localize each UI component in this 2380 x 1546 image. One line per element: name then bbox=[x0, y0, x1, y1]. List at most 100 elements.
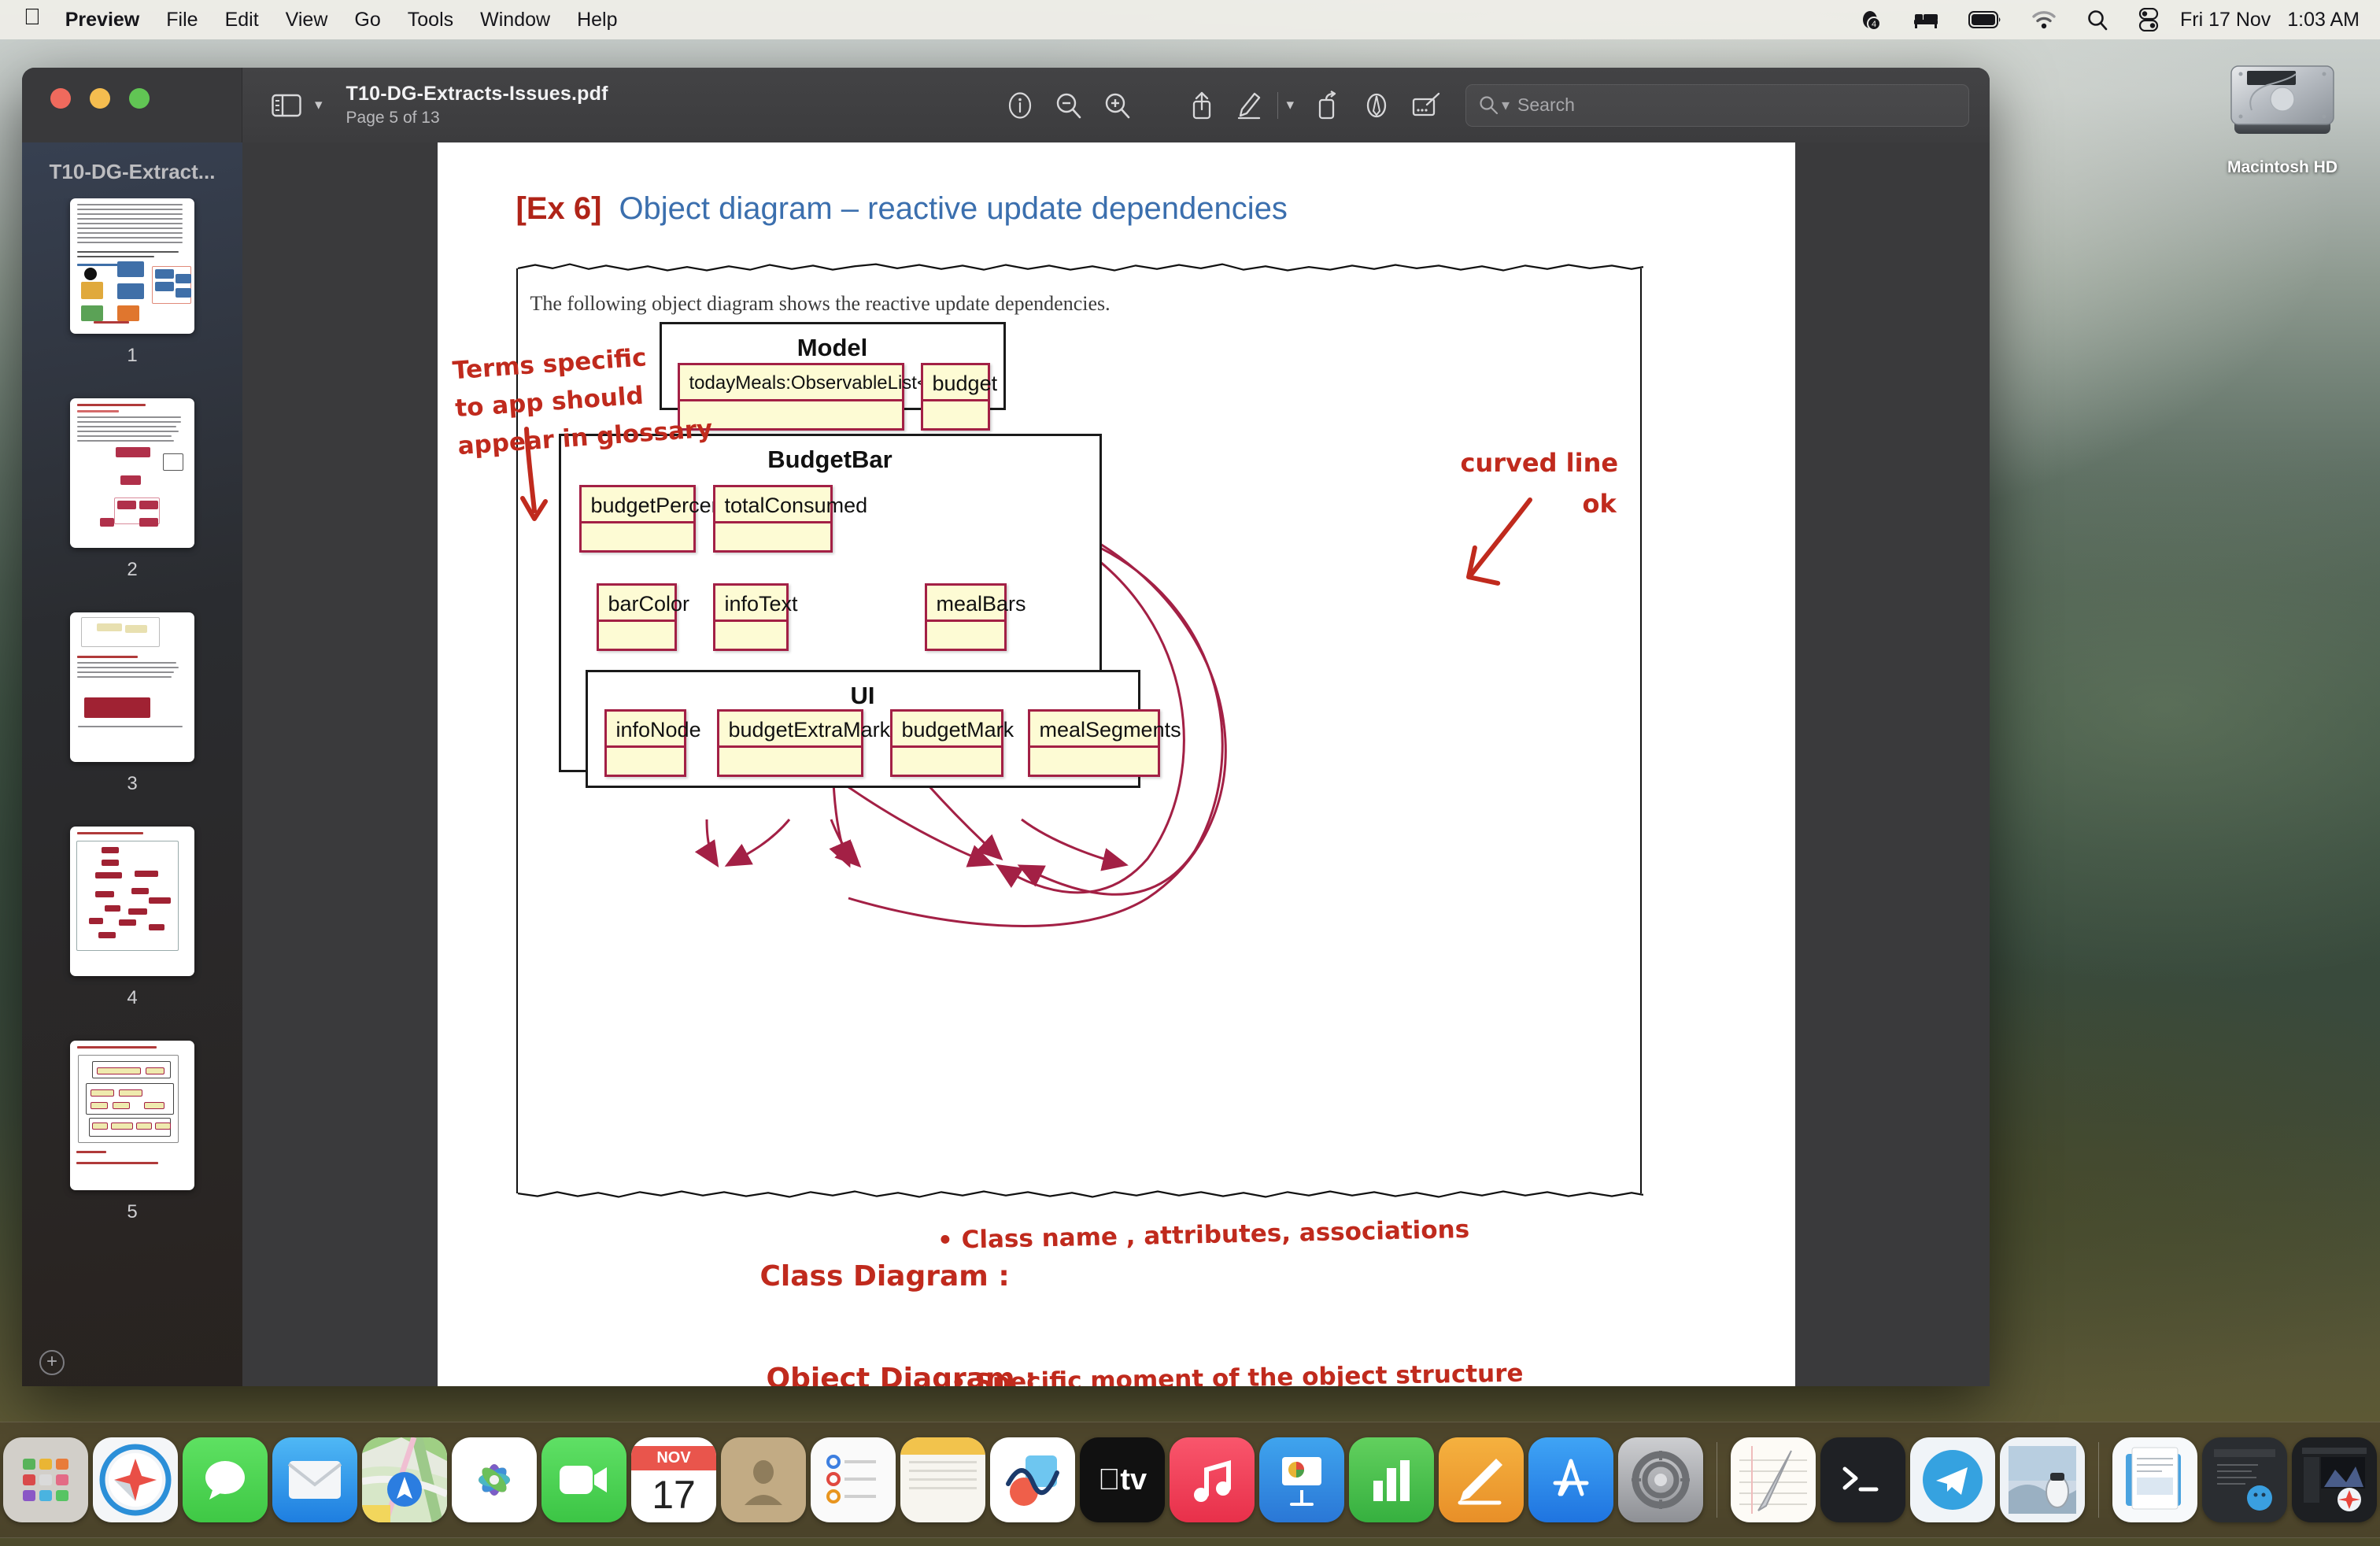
object-infonode[interactable]: infoNode bbox=[604, 709, 686, 777]
annotation-class-diagram-bullet: • Class name , attributes, associations bbox=[937, 1215, 1469, 1255]
slide-title: Object diagram – reactive update depende… bbox=[619, 191, 1287, 227]
menu-item-file[interactable]: File bbox=[153, 10, 211, 30]
menu-bar-clock[interactable]: Fri 17 Nov 1:03 AM bbox=[2174, 9, 2363, 31]
dock-item-launchpad[interactable] bbox=[3, 1437, 88, 1522]
dock-item-maps[interactable] bbox=[362, 1437, 447, 1522]
thumbnail-number: 2 bbox=[127, 559, 137, 581]
notifications-badge-icon[interactable]: 4 bbox=[1845, 8, 1898, 31]
window-traffic-lights bbox=[50, 88, 150, 109]
annotation-curved-line-arrow-icon bbox=[1461, 495, 1547, 590]
thumbnail-number: 5 bbox=[127, 1201, 137, 1223]
dock-item-messages[interactable] bbox=[183, 1437, 268, 1522]
slide-header: [Ex 6] Object diagram – reactive update … bbox=[438, 142, 1795, 227]
add-page-button[interactable]: + bbox=[39, 1350, 65, 1375]
dock-item-mail[interactable] bbox=[272, 1437, 357, 1522]
wifi-icon[interactable] bbox=[2016, 10, 2071, 29]
markup-pen-icon[interactable] bbox=[1225, 83, 1273, 128]
dock-minimized-finder-window[interactable] bbox=[2202, 1437, 2287, 1522]
sleep-bed-icon[interactable] bbox=[1898, 9, 1953, 30]
dock-item-telegram[interactable] bbox=[1910, 1437, 1995, 1522]
object-label: mealBars bbox=[927, 586, 1004, 622]
dock-item-calendar[interactable]: NOV 17 bbox=[631, 1437, 716, 1522]
thumbnail-list[interactable]: 1 bbox=[22, 198, 242, 1339]
sidebar-toggle-icon[interactable] bbox=[261, 83, 312, 128]
calendar-month: NOV bbox=[631, 1446, 716, 1470]
dock-item-pages[interactable] bbox=[1439, 1437, 1524, 1522]
thumbnail-image bbox=[70, 198, 194, 334]
apple-logo-icon[interactable]:  bbox=[17, 5, 52, 35]
menu-item-window[interactable]: Window bbox=[467, 10, 564, 30]
dock-item-notes[interactable] bbox=[900, 1437, 985, 1522]
spotlight-search-icon[interactable] bbox=[2071, 9, 2123, 31]
dock-item-notability[interactable] bbox=[1731, 1437, 1816, 1522]
dock-item-numbers[interactable] bbox=[1349, 1437, 1434, 1522]
annotate-icon[interactable] bbox=[1352, 83, 1401, 128]
window-titlebar: ▾ T10-DG-Extracts-Issues.pdf Page 5 of 1… bbox=[22, 68, 1990, 142]
zoom-button[interactable] bbox=[129, 88, 150, 109]
share-icon[interactable] bbox=[1178, 83, 1225, 128]
sign-icon[interactable] bbox=[1401, 83, 1453, 128]
dock-item-settings[interactable] bbox=[1618, 1437, 1703, 1522]
search-input[interactable]: ▾ Search bbox=[1465, 84, 1969, 127]
thumbnail-page-2[interactable]: 2 bbox=[22, 398, 242, 581]
dock-item-appstore[interactable] bbox=[1528, 1437, 1613, 1522]
dock-item-freeform[interactable] bbox=[990, 1437, 1075, 1522]
document-viewer[interactable]: [Ex 6] Object diagram – reactive update … bbox=[242, 142, 1990, 1386]
control-center-icon[interactable] bbox=[2123, 8, 2174, 31]
object-budgetmark[interactable]: budgetMark bbox=[890, 709, 1003, 777]
object-totalconsumed[interactable]: totalConsumed bbox=[713, 485, 833, 553]
dock-item-appletv[interactable]: tv bbox=[1080, 1437, 1165, 1522]
menu-item-help[interactable]: Help bbox=[564, 10, 630, 30]
dock-item-terminal[interactable] bbox=[1820, 1437, 1905, 1522]
dock-item-facetime[interactable] bbox=[541, 1437, 626, 1522]
thumbnail-sidebar: T10-DG-Extract... bbox=[22, 142, 242, 1386]
desktop-icon-macintosh-hd[interactable]: Macintosh HD bbox=[2204, 61, 2361, 177]
menu-item-view[interactable]: View bbox=[272, 10, 342, 30]
info-icon[interactable] bbox=[996, 83, 1044, 128]
annotation-curved-line-ok-note: ok bbox=[1583, 489, 1617, 519]
rotate-icon[interactable] bbox=[1305, 83, 1352, 128]
dock-minimized-safari-window[interactable] bbox=[2292, 1437, 2377, 1522]
search-placeholder: Search bbox=[1517, 94, 1575, 116]
zoom-in-icon[interactable] bbox=[1093, 83, 1142, 128]
object-label: barColor bbox=[599, 586, 674, 622]
dock-item-photos[interactable] bbox=[452, 1437, 537, 1522]
calendar-day: 17 bbox=[652, 1470, 696, 1515]
menu-item-edit[interactable]: Edit bbox=[212, 10, 272, 30]
object-budget[interactable]: budget bbox=[921, 363, 990, 431]
dock-item-safari[interactable] bbox=[93, 1437, 178, 1522]
close-button[interactable] bbox=[50, 88, 71, 109]
object-mealsegments[interactable]: mealSegments bbox=[1028, 709, 1160, 777]
object-mealbars[interactable]: mealBars bbox=[925, 583, 1007, 651]
menu-item-preview[interactable]: Preview bbox=[52, 10, 153, 30]
menu-item-go[interactable]: Go bbox=[341, 10, 394, 30]
preview-window: ▾ T10-DG-Extracts-Issues.pdf Page 5 of 1… bbox=[22, 68, 1990, 1386]
thumbnail-page-5[interactable]: 5 bbox=[22, 1041, 242, 1223]
minimize-button[interactable] bbox=[90, 88, 110, 109]
battery-icon[interactable] bbox=[1953, 10, 2016, 29]
dock-item-preview[interactable] bbox=[2000, 1437, 2085, 1522]
object-infotext[interactable]: infoText bbox=[713, 583, 789, 651]
dock-item-reminders[interactable] bbox=[811, 1437, 896, 1522]
object-label: budget bbox=[923, 365, 988, 401]
titlebar-sidebar-zone bbox=[22, 68, 242, 142]
zoom-out-icon[interactable] bbox=[1044, 83, 1093, 128]
window-toolbar: ▾ T10-DG-Extracts-Issues.pdf Page 5 of 1… bbox=[242, 68, 1990, 142]
dock-minimized-document[interactable] bbox=[2112, 1437, 2197, 1522]
object-budgetextramark[interactable]: budgetExtraMark bbox=[717, 709, 863, 777]
document-meta: T10-DG-Extracts-Issues.pdf Page 5 of 13 bbox=[346, 83, 608, 128]
object-label: totalConsumed bbox=[715, 487, 830, 523]
thumbnail-page-1[interactable]: 1 bbox=[22, 198, 242, 367]
thumbnail-page-3[interactable]: 3 bbox=[22, 612, 242, 795]
markup-chevron-icon[interactable]: ▾ bbox=[1283, 96, 1305, 114]
dock-item-music[interactable] bbox=[1170, 1437, 1255, 1522]
menu-item-tools[interactable]: Tools bbox=[394, 10, 467, 30]
chevron-down-icon[interactable]: ▾ bbox=[312, 96, 334, 114]
search-chevron-icon[interactable]: ▾ bbox=[1502, 95, 1510, 115]
dock-item-keynote[interactable] bbox=[1259, 1437, 1344, 1522]
clock-date: Fri 17 Nov bbox=[2180, 9, 2271, 31]
thumbnail-page-4[interactable]: 4 bbox=[22, 827, 242, 1009]
window-body: T10-DG-Extract... bbox=[22, 142, 1990, 1386]
object-barcolor[interactable]: barColor bbox=[597, 583, 677, 651]
dock-item-contacts[interactable] bbox=[721, 1437, 806, 1522]
